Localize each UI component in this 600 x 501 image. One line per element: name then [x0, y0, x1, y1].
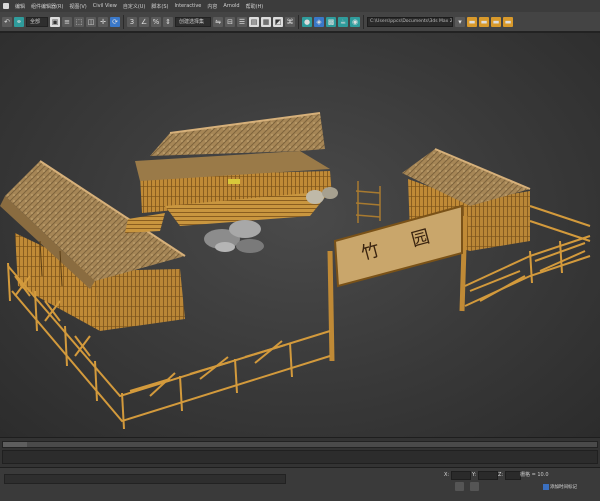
maxscript-listener[interactable] — [4, 474, 286, 484]
render-setup-icon[interactable]: ◈ — [314, 16, 324, 27]
browse-folder-icon[interactable]: ▬ — [503, 16, 513, 27]
menu-item-view[interactable]: 视图(V) — [66, 3, 89, 10]
mirror-icon[interactable]: ⇋ — [213, 16, 223, 27]
coord-y: Y: — [472, 470, 499, 480]
bamboo-shelf — [355, 181, 381, 223]
track-bar[interactable] — [2, 450, 598, 464]
rock-pile — [204, 220, 264, 253]
absolute-mode-icon[interactable] — [470, 482, 479, 491]
rotate-icon[interactable]: ⟳ — [110, 16, 120, 27]
app-logo-icon — [3, 3, 9, 9]
undo-icon[interactable]: ↶ — [2, 16, 12, 27]
save-folder-icon[interactable]: ▬ — [491, 16, 501, 27]
angle-snap-icon[interactable]: ∠ — [139, 16, 149, 27]
bamboo-platform — [125, 213, 165, 233]
selection-filter-dropdown[interactable]: 全部 — [26, 16, 48, 27]
schematic-view-icon[interactable]: ⌘ — [285, 16, 295, 27]
window-crossing-icon[interactable]: ◫ — [86, 16, 96, 27]
status-bar: X: Y: Z: 栅格 = 10.0 添加时间标记 — [0, 467, 600, 501]
add-time-tag-button[interactable]: 添加时间标记 — [550, 484, 577, 490]
3ds-max-window: 编辑 组件编辑器(R) 视图(V) Civil View 自定义(U) 脚本(S… — [0, 0, 600, 501]
project-path-field[interactable]: C:\Users\ppcs\Documents\3ds Max 2018 — [367, 16, 453, 27]
menu-item-interactive[interactable]: Interactive — [171, 3, 204, 9]
coord-x: X: — [444, 470, 472, 480]
move-icon[interactable]: ✛ — [98, 16, 108, 27]
menu-item-help[interactable]: 帮助(H) — [243, 3, 267, 10]
lock-selection-icon[interactable] — [455, 482, 464, 491]
perspective-viewport[interactable]: 竹 园 — [0, 32, 600, 438]
menu-bar: 编辑 组件编辑器(R) 视图(V) Civil View 自定义(U) 脚本(S… — [0, 0, 600, 12]
curve-editor-icon[interactable]: ◩ — [273, 16, 283, 27]
rendered-frame-icon[interactable]: ▩ — [326, 16, 336, 27]
menu-item-customize[interactable]: 自定义(U) — [120, 3, 149, 10]
select-object-icon[interactable]: ▣ — [50, 16, 60, 27]
align-icon[interactable]: ⊟ — [225, 16, 235, 27]
grid-size-label: 栅格 = 10.0 — [520, 472, 549, 478]
named-selection-dropdown[interactable]: 创建选择集 — [175, 16, 211, 27]
render-production-icon[interactable]: ☕ — [338, 16, 348, 27]
timeline — [0, 437, 600, 468]
select-link-icon[interactable]: ⚭ — [14, 16, 24, 27]
graphite-ribbon-icon[interactable]: ▦ — [261, 16, 271, 27]
x-coord-field[interactable] — [451, 470, 472, 480]
select-by-name-icon[interactable]: ≡ — [62, 16, 72, 27]
snap-toggle-icon[interactable]: 3 — [127, 16, 137, 27]
rectangular-selection-icon[interactable]: ⬚ — [74, 16, 84, 27]
time-slider[interactable] — [2, 441, 598, 448]
render-iterative-icon[interactable]: ◉ — [350, 16, 360, 27]
z-coord-field[interactable] — [505, 470, 522, 480]
scene-render — [0, 112, 591, 430]
time-tag-icon[interactable] — [543, 484, 549, 490]
spinner-snap-icon[interactable]: ⇕ — [163, 16, 173, 27]
open-folder-icon[interactable]: ▬ — [479, 16, 489, 27]
layer-manager-icon[interactable]: ☰ — [237, 16, 247, 27]
menu-item-content[interactable]: 内容 — [204, 3, 220, 10]
menu-item-edit[interactable]: 编辑 — [12, 3, 28, 10]
percent-snap-icon[interactable]: % — [151, 16, 161, 27]
middle-bamboo-house — [135, 112, 332, 226]
material-editor-icon[interactable]: ● — [302, 16, 312, 27]
menu-item-component-editor[interactable]: 组件编辑器(R) — [28, 3, 66, 10]
menu-item-civil-view[interactable]: Civil View — [90, 3, 120, 9]
project-folder-icon[interactable]: ▬ — [467, 16, 477, 27]
coord-z: Z: — [498, 470, 522, 480]
main-toolbar: ↶ ⚭ 全部 ▣ ≡ ⬚ ◫ ✛ ⟳ 3 ∠ % ⇕ 创建选择集 ⇋ ⊟ ☰ ▤… — [0, 12, 600, 32]
menu-item-script[interactable]: 脚本(S) — [148, 3, 171, 10]
path-dropdown-icon[interactable]: ▾ — [455, 16, 465, 27]
y-coord-field[interactable] — [478, 470, 499, 480]
time-slider-thumb[interactable] — [3, 442, 27, 447]
menu-item-arnold[interactable]: Arnold — [220, 3, 242, 9]
scene-explorer-icon[interactable]: ▤ — [249, 16, 259, 27]
